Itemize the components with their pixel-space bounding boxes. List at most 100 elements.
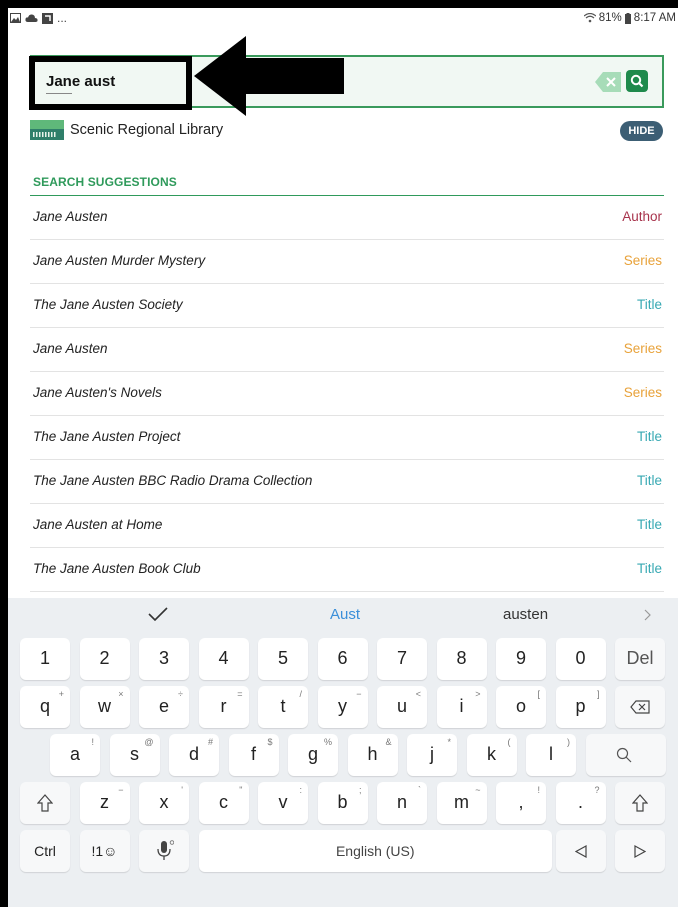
key-secondary: × xyxy=(118,689,124,699)
key-s[interactable]: s @ xyxy=(109,734,160,776)
chevron-right-icon[interactable] xyxy=(644,609,652,621)
key-secondary: * xyxy=(447,737,451,747)
key-e[interactable]: e ÷ xyxy=(139,686,189,728)
library-name: Scenic Regional Library xyxy=(70,122,224,138)
suggestion-item[interactable]: Jane Austen Series xyxy=(30,328,664,372)
key-0[interactable]: 0 xyxy=(555,638,606,680)
search-button[interactable] xyxy=(626,70,648,92)
key-secondary: % xyxy=(323,737,332,747)
key-secondary: ~ xyxy=(475,785,481,795)
key-secondary: ; xyxy=(358,785,362,795)
key-8[interactable]: 8 xyxy=(436,638,487,680)
prediction-2[interactable]: austen xyxy=(503,606,548,623)
key-m[interactable]: m ~ xyxy=(436,782,487,824)
hide-button[interactable]: HIDE xyxy=(620,121,663,141)
key-label: o xyxy=(515,696,526,716)
cursor-left-key[interactable] xyxy=(555,830,606,872)
key-c[interactable]: c " xyxy=(198,782,249,824)
suggestion-type: Author xyxy=(622,209,662,224)
suggestion-item[interactable]: Jane Austen at Home Title xyxy=(30,504,664,548)
shift-key-right[interactable] xyxy=(615,782,665,824)
key-i[interactable]: i > xyxy=(436,686,487,728)
key-h[interactable]: h & xyxy=(347,734,398,776)
delete-key[interactable]: Del xyxy=(615,638,665,680)
key-secondary: [ xyxy=(537,689,540,699)
key-label: h xyxy=(367,744,378,764)
space-key[interactable]: English (US) xyxy=(198,830,552,872)
library-logo xyxy=(30,120,64,140)
key-y[interactable]: y − xyxy=(317,686,368,728)
suggestion-item[interactable]: The Jane Austen BBC Radio Drama Collecti… xyxy=(30,460,664,504)
key-6[interactable]: 6 xyxy=(317,638,368,680)
key-label: 6 xyxy=(337,648,348,668)
suggestion-item[interactable]: The Jane Austen Society Title xyxy=(30,284,664,328)
suggestion-item[interactable]: The Jane Austen Project Title xyxy=(30,416,664,460)
shift-icon xyxy=(37,794,53,812)
key-z[interactable]: z − xyxy=(79,782,130,824)
key-comma[interactable]: ,! xyxy=(496,782,546,824)
search-icon xyxy=(616,747,631,763)
key-label: k xyxy=(487,744,496,764)
key-4[interactable]: 4 xyxy=(198,638,249,680)
key-label: j xyxy=(430,744,434,764)
key-9[interactable]: 9 xyxy=(496,638,546,680)
key-period[interactable]: .? xyxy=(555,782,606,824)
app-icon xyxy=(42,12,53,24)
key-5[interactable]: 5 xyxy=(258,638,308,680)
key-label: 8 xyxy=(456,648,467,668)
key-secondary: : xyxy=(299,785,302,795)
key-q[interactable]: q + xyxy=(20,686,70,728)
clear-icon[interactable] xyxy=(595,72,621,92)
key-secondary: ' xyxy=(181,785,183,795)
key-7[interactable]: 7 xyxy=(377,638,427,680)
key-u[interactable]: u < xyxy=(377,686,427,728)
checkmark-icon[interactable] xyxy=(148,607,168,621)
status-more: ... xyxy=(57,11,68,25)
search-key[interactable] xyxy=(585,734,666,776)
key-l[interactable]: l) xyxy=(526,734,576,776)
suggestion-item[interactable]: Jane Austen Murder Mystery Series xyxy=(30,240,664,284)
key-k[interactable]: k( xyxy=(466,734,517,776)
key-d[interactable]: d # xyxy=(169,734,219,776)
key-label: 2 xyxy=(99,648,110,668)
key-secondary: ] xyxy=(596,689,600,699)
prediction-1[interactable]: Aust xyxy=(330,606,360,623)
key-secondary: ) xyxy=(567,737,570,747)
key-f[interactable]: f $ xyxy=(228,734,279,776)
key-n[interactable]: n ` xyxy=(377,782,427,824)
shift-key-left[interactable] xyxy=(20,782,70,824)
prediction-bar: Aust austen xyxy=(8,598,678,631)
suggestion-item[interactable]: The Jane Austen Book Club Title xyxy=(30,548,664,592)
key-secondary: ÷ xyxy=(178,689,183,699)
backspace-key[interactable] xyxy=(615,686,665,728)
key-g[interactable]: g% xyxy=(288,734,338,776)
key-label: 9 xyxy=(515,648,526,668)
key-t[interactable]: t / xyxy=(258,686,308,728)
key-o[interactable]: o[ xyxy=(496,686,546,728)
key-secondary: < xyxy=(415,689,421,699)
suggestion-item[interactable]: Jane Austen Author xyxy=(30,196,664,240)
mic-key[interactable] xyxy=(139,830,189,872)
suggestion-item[interactable]: Jane Austen's Novels Series xyxy=(30,372,664,416)
key-w[interactable]: w × xyxy=(79,686,130,728)
key-p[interactable]: p] xyxy=(555,686,606,728)
key-r[interactable]: r = xyxy=(198,686,249,728)
key-a[interactable]: a! xyxy=(50,734,100,776)
key-x[interactable]: x ' xyxy=(139,782,189,824)
key-label: s xyxy=(130,744,139,764)
key-2[interactable]: 2 xyxy=(79,638,130,680)
suggestions-list: Jane Austen Author Jane Austen Murder Mys… xyxy=(30,196,664,592)
key-3[interactable]: 3 xyxy=(139,638,189,680)
key-j[interactable]: j * xyxy=(407,734,457,776)
key-label: i xyxy=(459,696,464,716)
key-label: m xyxy=(454,792,469,812)
cursor-right-key[interactable] xyxy=(615,830,665,872)
ctrl-key[interactable]: Ctrl xyxy=(20,830,70,872)
key-1[interactable]: 1 xyxy=(20,638,70,680)
key-b[interactable]: b; xyxy=(317,782,368,824)
key-v[interactable]: v: xyxy=(258,782,308,824)
shift-icon xyxy=(632,794,648,812)
symbols-key[interactable]: !1☺ xyxy=(79,830,130,872)
microphone-icon xyxy=(157,840,174,860)
library-row: Scenic Regional Library xyxy=(30,118,223,142)
